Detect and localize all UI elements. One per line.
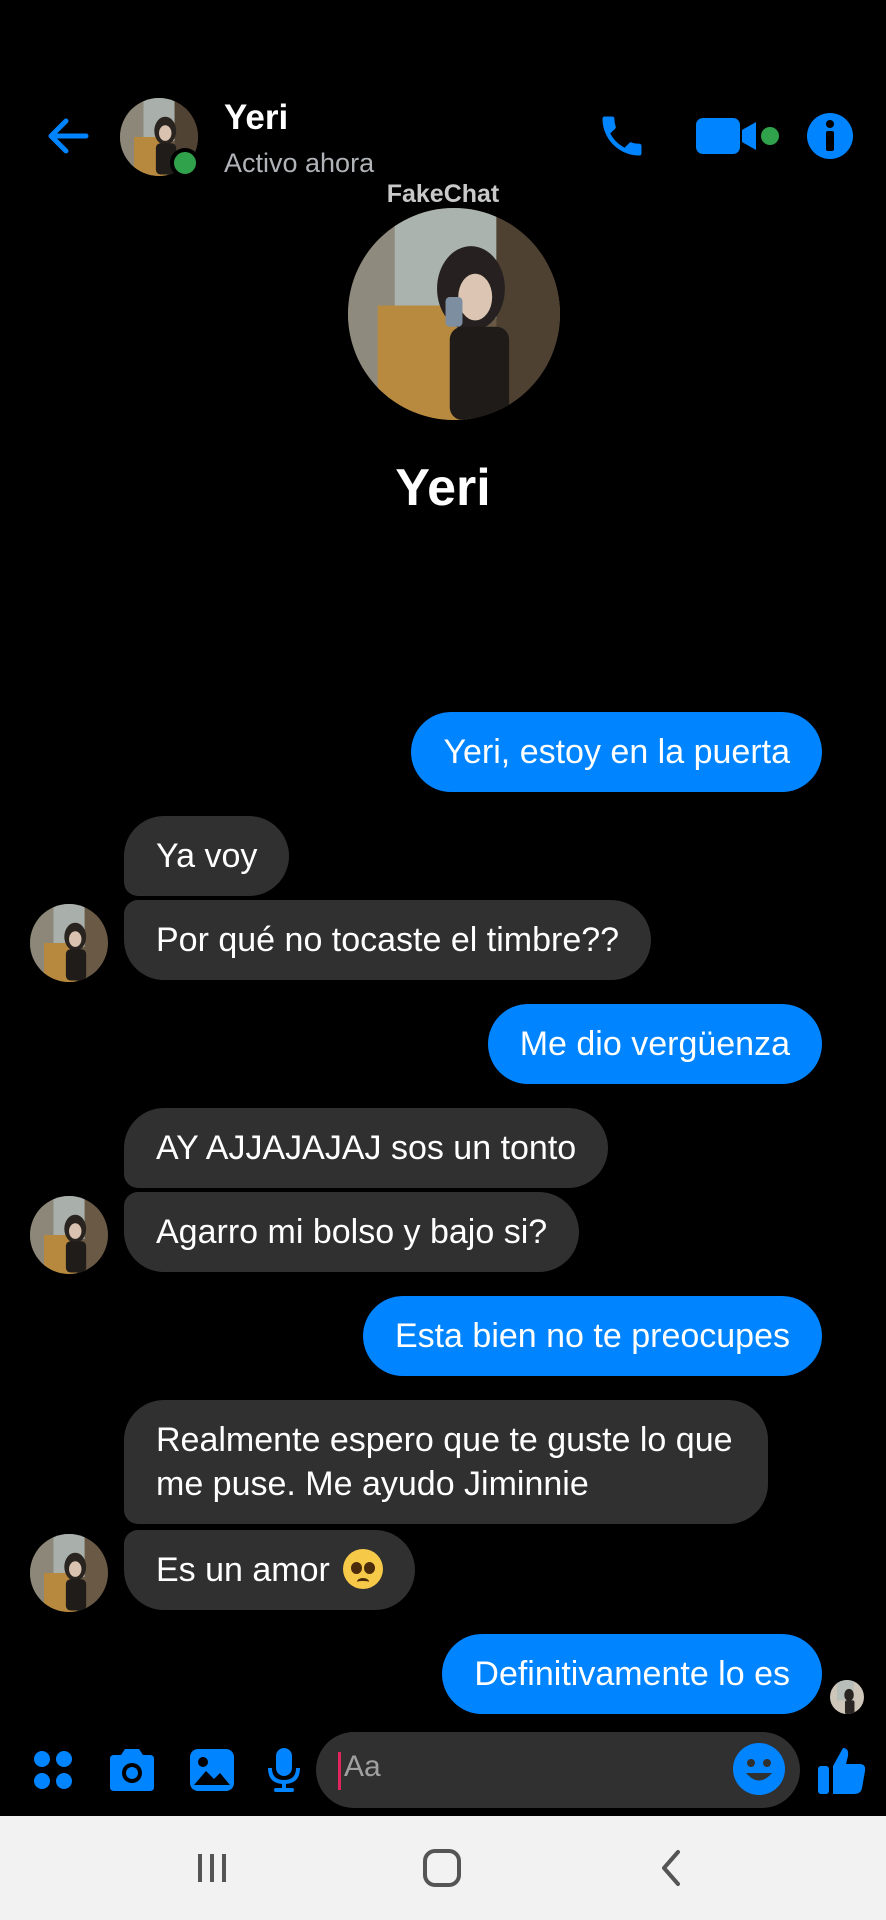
image-icon [190, 1749, 234, 1791]
profile-avatar[interactable] [348, 208, 560, 420]
smiley-icon [733, 1743, 785, 1795]
text-cursor [338, 1752, 341, 1790]
system-navigation-bar [0, 1816, 886, 1920]
chat-header: Yeri Activo ahora FakeChat [0, 0, 886, 208]
gallery-button[interactable] [186, 1742, 238, 1798]
message-input-placeholder: Aa [344, 1750, 381, 1783]
phone-icon [602, 116, 642, 156]
apps-grid-icon [34, 1751, 72, 1789]
message-bubble-outgoing[interactable]: Esta bien no te preocupes [362, 1296, 822, 1376]
system-back-button[interactable] [642, 1842, 702, 1894]
message-bubble-incoming[interactable]: Es un amor [124, 1530, 416, 1610]
recent-apps-icon [198, 1854, 226, 1882]
like-button[interactable] [814, 1742, 870, 1798]
emoji-button[interactable] [732, 1742, 786, 1796]
arrow-left-icon [48, 118, 89, 154]
home-button[interactable] [412, 1842, 472, 1894]
message-bubble-outgoing[interactable]: Me dio vergüenza [487, 1004, 822, 1084]
message-composer: Aa [0, 1724, 886, 1814]
sender-avatar[interactable] [30, 904, 108, 982]
thumbs-up-icon [818, 1748, 866, 1794]
video-camera-icon [696, 118, 779, 154]
camera-icon [110, 1749, 154, 1791]
recent-apps-button[interactable] [182, 1842, 242, 1894]
back-button[interactable] [40, 108, 96, 164]
microphone-icon [268, 1748, 300, 1792]
contact-name: Yeri [224, 98, 289, 137]
online-status-dot [170, 148, 200, 178]
message-bubble-incoming[interactable]: Realmente espero que te guste lo que me … [124, 1400, 768, 1524]
message-bubble-incoming[interactable]: Por qué no tocaste el timbre?? [124, 900, 652, 980]
sender-avatar[interactable] [30, 1196, 108, 1274]
camera-button[interactable] [104, 1742, 160, 1798]
chat-screen: Yeri Activo ahora FakeChat Yeri Yeri, es… [0, 0, 886, 1920]
contact-status: Activo ahora [224, 148, 375, 178]
voice-call-button[interactable] [592, 108, 652, 164]
message-bubble-incoming[interactable]: AY AJJAJAJAJ sos un tonto [124, 1108, 609, 1188]
watermark: FakeChat [386, 180, 500, 208]
pleading-face-emoji [343, 1549, 384, 1589]
apps-button[interactable] [28, 1742, 78, 1798]
message-bubble-incoming[interactable]: Ya voy [124, 816, 290, 896]
contact-avatar[interactable] [120, 98, 200, 178]
home-icon [423, 1849, 461, 1887]
video-call-button[interactable] [694, 108, 786, 164]
info-icon [807, 113, 853, 159]
message-text: Es un amor [156, 1551, 330, 1589]
voice-message-button[interactable] [264, 1742, 304, 1798]
sender-avatar[interactable] [30, 1534, 108, 1612]
message-input[interactable]: Aa [316, 1732, 800, 1808]
message-bubble-outgoing[interactable]: Yeri, estoy en la puerta [411, 712, 822, 792]
message-bubble-outgoing[interactable]: Definitivamente lo es [442, 1634, 822, 1714]
info-button[interactable] [800, 108, 860, 164]
seen-indicator-avatar [830, 1680, 864, 1714]
chevron-left-icon [662, 1850, 680, 1886]
message-bubble-incoming[interactable]: Agarro mi bolso y bajo si? [124, 1192, 580, 1272]
profile-name: Yeri [395, 459, 491, 517]
